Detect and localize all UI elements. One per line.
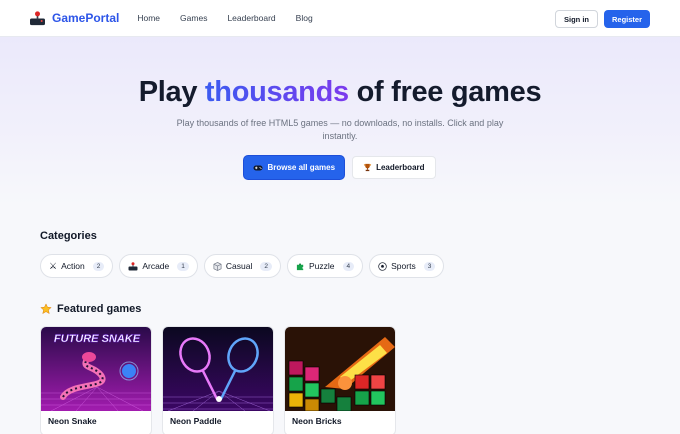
hero-title-start: Play — [138, 76, 205, 108]
game-card-neon-paddle[interactable]: Neon Paddle — [162, 326, 274, 434]
cube-icon — [213, 261, 222, 271]
category-list: ⚔ Action 2 Arcade 1 Casual 2 Puzzle 4 Sp… — [40, 254, 640, 278]
hero-title-end: of free games — [348, 76, 542, 108]
categories-section: Categories ⚔ Action 2 Arcade 1 Casual 2 — [0, 230, 680, 434]
joystick-logo-icon — [30, 10, 45, 25]
trophy-icon — [363, 163, 372, 172]
category-arcade[interactable]: Arcade 1 — [119, 254, 198, 278]
category-label: Puzzle — [308, 261, 335, 271]
soccer-ball-icon — [378, 261, 387, 271]
featured-games-heading: Featured games — [40, 303, 640, 315]
leaderboard-button[interactable]: Leaderboard — [352, 156, 436, 179]
hero-buttons: Browse all games Leaderboard — [0, 156, 680, 179]
category-count: 2 — [260, 261, 272, 271]
featured-games-list: FUTURE SNAKE Neon Snake Neon Paddle Neon… — [40, 326, 640, 434]
category-count: 3 — [423, 261, 436, 271]
joystick-icon — [128, 261, 138, 270]
featured-games-title: Featured games — [57, 303, 142, 315]
category-casual[interactable]: Casual 2 — [203, 254, 281, 278]
category-count: 1 — [177, 261, 189, 271]
auth-buttons: Sign in Register — [554, 10, 650, 28]
category-label: Sports — [391, 261, 416, 271]
neon-bricks-thumbnail — [285, 327, 395, 411]
crossed-swords-icon: ⚔ — [49, 260, 58, 271]
register-button[interactable]: Register — [603, 10, 650, 28]
game-title: Neon Paddle — [170, 416, 222, 426]
gamepad-icon — [253, 165, 263, 170]
category-label: Action — [61, 261, 85, 271]
browse-all-games-label: Browse all games — [267, 163, 336, 172]
category-action[interactable]: ⚔ Action 2 — [40, 254, 114, 278]
category-puzzle[interactable]: Puzzle 4 — [286, 254, 364, 278]
hero-title-accent: thousands — [204, 76, 349, 108]
category-label: Arcade — [142, 261, 170, 271]
neon-paddle-thumbnail — [163, 327, 273, 411]
hero-subtitle: Play thousands of free HTML5 games — no … — [176, 118, 504, 141]
sign-in-button[interactable]: Sign in — [554, 10, 598, 28]
game-card-neon-bricks[interactable]: Neon Bricks — [284, 326, 396, 434]
neon-snake-thumbnail: FUTURE SNAKE — [41, 327, 151, 411]
category-label: Casual — [225, 261, 253, 271]
category-count: 2 — [92, 261, 105, 271]
thumb-title-text: FUTURE SNAKE — [54, 333, 141, 345]
nav-links: Home Games Leaderboard Blog — [137, 13, 332, 23]
category-sports[interactable]: Sports 3 — [369, 254, 445, 278]
game-card-neon-snake[interactable]: FUTURE SNAKE Neon Snake — [40, 326, 152, 434]
top-navbar: GamePortal Home Games Leaderboard Blog S… — [0, 0, 680, 37]
nav-link-blog[interactable]: Blog — [296, 13, 313, 23]
nav-link-leaderboard[interactable]: Leaderboard — [227, 13, 275, 23]
brand-logo[interactable]: GamePortal — [29, 10, 120, 26]
leaderboard-label: Leaderboard — [376, 163, 425, 172]
categories-title: Categories — [40, 230, 97, 242]
hero-title: Play thousands of free games — [0, 76, 680, 109]
hero-section: Play thousands of free games Play thousa… — [0, 37, 680, 206]
brand-name: GamePortal — [52, 11, 120, 25]
star-icon — [40, 303, 52, 315]
game-title: Neon Bricks — [292, 416, 342, 426]
puzzle-icon — [296, 262, 304, 270]
game-title: Neon Snake — [48, 416, 97, 426]
category-count: 4 — [342, 261, 355, 271]
nav-link-home[interactable]: Home — [137, 13, 160, 23]
browse-all-games-button[interactable]: Browse all games — [244, 156, 345, 179]
nav-link-games[interactable]: Games — [180, 13, 207, 23]
